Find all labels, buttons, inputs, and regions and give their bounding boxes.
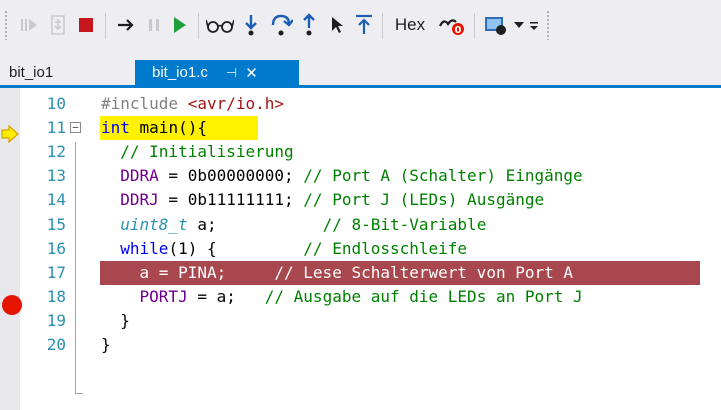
ghost-glasses-icon[interactable] (205, 12, 235, 38)
line-number: 11 (46, 118, 66, 138)
code-text: // Initialisierung (101, 140, 294, 164)
tab-label: bit_io1.c (152, 64, 208, 81)
code-token: a; (187, 214, 323, 234)
visualizer-icon[interactable]: 0 (436, 10, 468, 40)
toolbar-separator (198, 13, 199, 39)
code-text: int main(){ (101, 116, 207, 140)
code-line[interactable]: 16 while(1) { // Endlosschleife (0, 237, 721, 261)
step-into-icon[interactable] (240, 10, 262, 40)
code-token: // Ausgabe auf die LEDs an Port J (264, 286, 583, 306)
toolbar-grip[interactable] (4, 10, 8, 40)
line-number: 12 (46, 142, 66, 162)
code-text: DDRJ = 0b11111111; // Port J (LEDs) Ausg… (101, 188, 544, 212)
line-number: 13 (46, 166, 66, 186)
code-text: } (101, 333, 111, 357)
fold-guide-end (75, 393, 83, 394)
tab-bit-io1-c[interactable]: bit_io1.c ⊣ ✕ (135, 60, 299, 85)
code-line[interactable]: 19 } (0, 309, 721, 333)
code-line[interactable]: 17 a = PINA; // Lese Schalterwert von Po… (0, 260, 721, 285)
code-token: main(){ (129, 118, 207, 138)
hex-toggle[interactable]: Hex (389, 12, 431, 38)
code-token: = 0b11111111; (158, 190, 304, 210)
code-token: (1) { (168, 238, 304, 258)
code-token: // 8-Bit-Variable (322, 214, 487, 234)
chevron-down-icon[interactable] (512, 12, 526, 38)
collapse-icon[interactable]: − (70, 122, 81, 134)
toolbar-separator (382, 13, 383, 39)
line-number: 10 (46, 94, 66, 113)
select-pointer-icon[interactable] (326, 10, 348, 40)
tab-bit-io1[interactable]: bit_io1 (0, 60, 130, 85)
step-to-top-icon[interactable] (352, 10, 376, 40)
code-token: // Port A (Schalter) Eingänge (303, 166, 583, 186)
current-statement-arrow-icon (1, 124, 19, 144)
code-token: } (101, 335, 111, 354)
code-token: #include (101, 94, 188, 113)
code-text: } (101, 309, 130, 333)
code-token: uint8_t (120, 214, 188, 234)
code-token: // Initialisierung (120, 142, 294, 162)
code-line[interactable]: 13 DDRA = 0b00000000; // Port A (Schalte… (0, 164, 721, 188)
close-icon[interactable]: ✕ (245, 64, 258, 82)
code-line[interactable]: 12 // Initialisierung (0, 140, 721, 164)
code-line[interactable]: 15 uint8_t a; // 8-Bit-Variable (0, 213, 721, 237)
toolbar-separator (474, 13, 475, 39)
code-text: PORTJ = a; // Ausgabe auf die LEDs an Po… (101, 285, 583, 309)
line-number: 20 (46, 335, 66, 354)
step-out-icon[interactable] (298, 10, 320, 40)
code-text: #include <avr/io.h> (101, 92, 284, 116)
show-next-statement-icon[interactable] (18, 12, 42, 38)
step-into-specific-icon[interactable] (47, 12, 69, 38)
overflow-icon[interactable] (527, 12, 541, 38)
code-token: // Port J (LEDs) Ausgänge (303, 190, 545, 210)
tab-label: bit_io1 (9, 64, 54, 81)
code-token: int (101, 118, 130, 138)
show-next-statement-arrow-icon[interactable] (114, 12, 138, 38)
hex-label: Hex (394, 15, 426, 34)
code-token: } (101, 310, 130, 330)
break-all-icon[interactable] (144, 12, 164, 38)
screen-capture-icon[interactable] (481, 10, 511, 40)
line-number: 14 (46, 190, 66, 210)
code-token: = 0b00000000; (158, 166, 304, 186)
code-token: while (120, 238, 169, 258)
code-token: = a; (187, 286, 265, 306)
svg-text:0: 0 (455, 25, 462, 36)
code-line[interactable]: 18 PORTJ = a; // Ausgabe auf die LEDs an… (0, 285, 721, 309)
code-token: DDRJ (120, 190, 159, 210)
code-token: PORTJ (139, 286, 188, 306)
code-text: while(1) { // Endlosschleife (101, 237, 467, 261)
line-number: 18 (46, 286, 66, 306)
code-line[interactable]: 20} (0, 333, 721, 357)
code-line[interactable]: −11 int main(){ (0, 116, 721, 141)
stop-debugging-icon[interactable] (74, 12, 98, 38)
code-token: a = PINA; // Lese Schalterwert von Port … (101, 262, 574, 282)
pin-icon[interactable]: ⊣ (226, 65, 237, 81)
line-number: 16 (46, 238, 66, 258)
code-token: // Endlosschleife (303, 238, 468, 258)
code-line[interactable]: 14 DDRJ = 0b11111111; // Port J (LEDs) A… (0, 188, 721, 212)
code-token: <avr/io.h> (187, 94, 285, 113)
line-number: 19 (46, 310, 66, 330)
code-token: DDRA (120, 166, 159, 186)
code-text: a = PINA; // Lese Schalterwert von Port … (101, 261, 573, 285)
debug-toolbar: Hex 0 (0, 0, 721, 50)
line-number: 17 (46, 262, 66, 282)
line-number: 15 (46, 214, 66, 234)
toolbar-grip[interactable] (546, 10, 550, 40)
toolbar-separator (105, 13, 106, 39)
code-text: DDRA = 0b00000000; // Port A (Schalter) … (101, 164, 583, 188)
breakpoint-icon[interactable] (1, 294, 23, 316)
step-over-icon[interactable] (268, 10, 294, 40)
code-line[interactable]: 10 #include <avr/io.h> (0, 92, 721, 116)
continue-icon[interactable] (168, 12, 192, 38)
code-text: uint8_t a; // 8-Bit-Variable (101, 213, 486, 237)
